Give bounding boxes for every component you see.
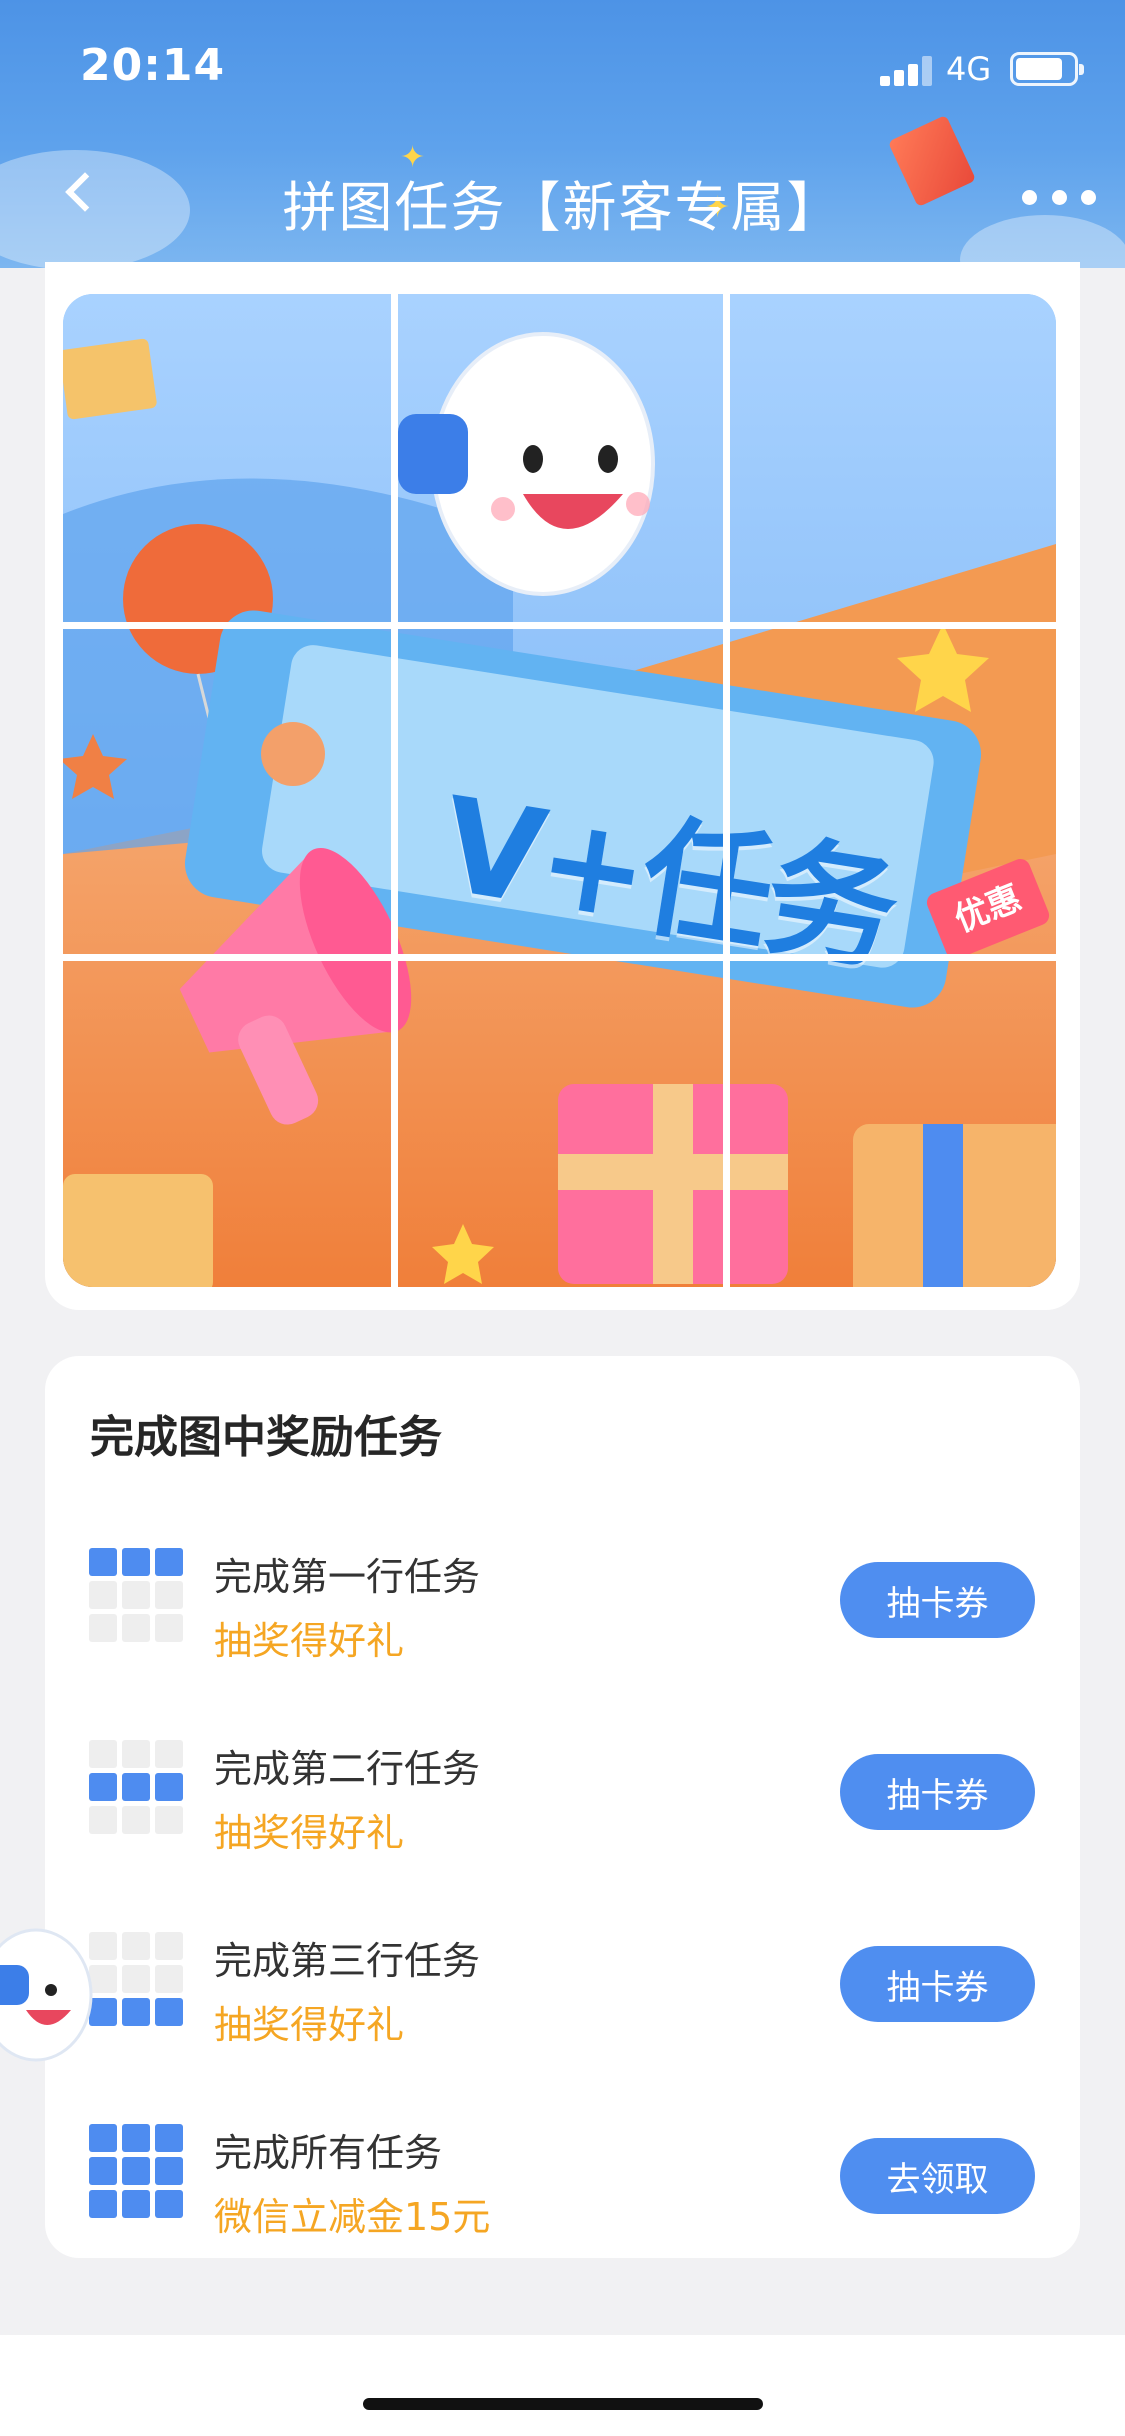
grid-row-2-icon xyxy=(89,1740,183,1834)
status-time: 20:14 xyxy=(80,40,226,91)
chevron-left-icon xyxy=(65,172,105,212)
cloud-decoration xyxy=(960,215,1125,268)
task-reward: 抽奖得好礼 xyxy=(214,1811,405,1855)
puzzle-tile-3[interactable] xyxy=(725,294,1056,625)
puzzle-tile-6[interactable] xyxy=(725,625,1056,956)
battery-icon xyxy=(1010,52,1084,86)
more-dot-icon xyxy=(1081,190,1096,205)
puzzle-tile-1[interactable] xyxy=(63,294,394,625)
draw-coupon-button[interactable]: 抽卡券 xyxy=(840,1754,1035,1830)
puzzle-tile-9[interactable] xyxy=(725,956,1056,1287)
task-title: 完成第三行任务 xyxy=(214,1939,481,1983)
home-indicator xyxy=(363,2398,763,2410)
draw-coupon-button[interactable]: 抽卡券 xyxy=(840,1562,1035,1638)
puzzle-tile-4[interactable] xyxy=(63,625,394,956)
network-label: 4G xyxy=(946,50,992,88)
header: ✦ ✦ 20:14 4G 拼图任务【新客专属】 xyxy=(0,0,1125,268)
more-button[interactable] xyxy=(1022,190,1096,206)
more-dot-icon xyxy=(1051,190,1067,205)
task-row-3: 完成第三行任务 抽奖得好礼 抽卡券 xyxy=(45,1910,1080,2060)
puzzle-grid: V+任务 优惠 xyxy=(63,294,1056,1287)
back-button[interactable] xyxy=(58,170,105,214)
task-reward: 抽奖得好礼 xyxy=(214,1619,405,1663)
grid-row-1-icon xyxy=(89,1548,183,1642)
draw-coupon-button[interactable]: 抽卡券 xyxy=(840,1946,1035,2022)
task-row-all: 完成所有任务 微信立减金15元 去领取 xyxy=(45,2102,1080,2252)
task-row-2: 完成第二行任务 抽奖得好礼 抽卡券 xyxy=(45,1718,1080,1868)
puzzle-tile-8[interactable] xyxy=(394,956,725,1287)
puzzle-tile-2[interactable] xyxy=(394,294,725,625)
task-title: 完成第一行任务 xyxy=(214,1555,481,1599)
grid-row-3-icon xyxy=(89,1932,183,2026)
tasks-card: 完成图中奖励任务 完成第一行任务 抽奖得好礼 抽卡券 完成第二行任务 抽奖得好礼… xyxy=(45,1356,1080,2258)
bottom-safe-area xyxy=(0,2335,1125,2436)
task-reward: 抽奖得好礼 xyxy=(214,2003,405,2047)
task-title: 完成第二行任务 xyxy=(214,1747,481,1791)
task-title: 完成所有任务 xyxy=(214,2131,443,2175)
floating-mascot[interactable] xyxy=(0,1920,96,2070)
puzzle-tiles xyxy=(63,294,1056,1287)
puzzle-tile-7[interactable] xyxy=(63,956,394,1287)
grid-all-icon xyxy=(89,2124,183,2218)
status-bar: 20:14 4G xyxy=(0,0,1125,135)
puzzle-tile-5[interactable] xyxy=(394,625,725,956)
page-title: 拼图任务【新客专属】 xyxy=(282,176,843,239)
task-row-1: 完成第一行任务 抽奖得好礼 抽卡券 xyxy=(45,1526,1080,1676)
tasks-heading: 完成图中奖励任务 xyxy=(90,1412,442,1463)
task-reward: 微信立减金15元 xyxy=(214,2195,491,2239)
puzzle-card: V+任务 优惠 xyxy=(45,262,1080,1310)
more-dot-icon xyxy=(1022,190,1037,205)
claim-button[interactable]: 去领取 xyxy=(840,2138,1035,2214)
signal-icon xyxy=(880,56,932,86)
